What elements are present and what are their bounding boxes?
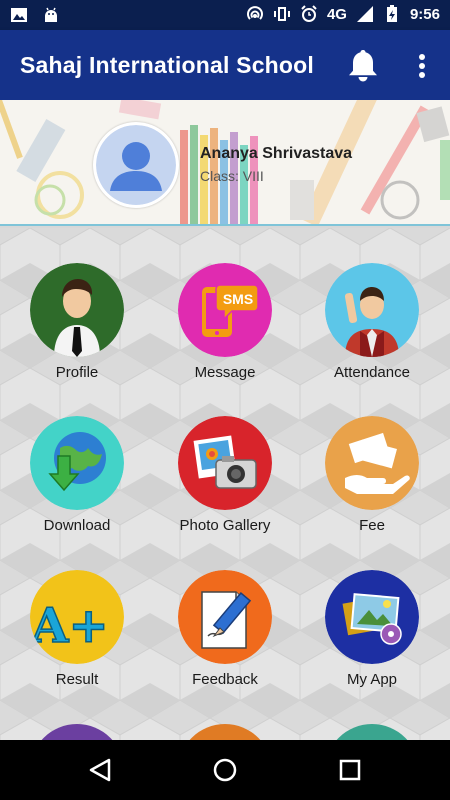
signal-icon [356,6,373,22]
navigation-bar [0,740,450,800]
back-icon[interactable] [85,755,115,785]
stationery-background [0,100,450,224]
menu-tile-result[interactable]: A+ Result [12,570,142,700]
menu-label: Attendance [334,364,410,381]
menu-tile-message[interactable]: SMS Message [160,263,290,393]
app-bar: Sahaj International School [0,30,450,100]
menu-label: Download [43,517,111,534]
menu-tile-fee[interactable]: Fee [307,416,437,546]
menu-label: My App [346,671,398,688]
menu-label: Photo Gallery [179,517,271,534]
menu-grid: Profile SMS Message Attendance Download … [0,228,450,740]
download-icon [30,416,124,510]
menu-tile-photo-gallery[interactable]: Photo Gallery [160,416,290,546]
image-icon [11,8,27,22]
student-name: Ananya Shrivastava [200,145,353,162]
vibrate-icon [273,7,290,21]
profile-icon [30,263,124,357]
sms-icon: SMS [178,263,272,357]
status-bar: 4G 9:56 [0,0,450,30]
feedback-icon [178,570,272,664]
result-icon: A+ [30,570,124,664]
menu-tile-feedback[interactable]: Feedback [160,570,290,700]
menu-label: Profile [55,364,99,381]
android-icon [45,7,57,22]
menu-tile-attendance[interactable]: Attendance [307,263,437,393]
menu-label: Result [55,671,99,688]
recents-icon[interactable] [335,755,365,785]
menu-label: Feedback [192,671,258,688]
menu-label: Fee [359,517,385,534]
app-title: Sahaj International School [20,52,315,78]
bell-icon[interactable] [343,46,383,86]
sms-badge-text: SMS [223,291,253,307]
menu-label: Message [194,364,256,381]
result-grade-text: A+ [30,598,108,654]
fee-icon [325,416,419,510]
menu-tile-profile[interactable]: Profile [12,263,142,393]
menu-tile-my-app[interactable]: My App [307,570,437,700]
battery-icon [386,5,397,22]
network-type: 4G [326,5,347,23]
clock-time: 9:56 [409,5,440,23]
camera-icon [178,416,272,510]
user-placeholder-icon [96,125,176,205]
hotspot-icon [247,6,263,20]
menu-tile-download[interactable]: Download [12,416,142,546]
student-class: Class: VIII [200,168,264,184]
profile-header: Ananya Shrivastava Class: VIII [0,100,450,226]
alarm-icon [301,5,317,22]
avatar[interactable] [93,122,179,208]
home-icon[interactable] [210,755,240,785]
attendance-icon [325,263,419,357]
more-vert-icon[interactable] [410,50,434,82]
my-app-icon [325,570,419,664]
